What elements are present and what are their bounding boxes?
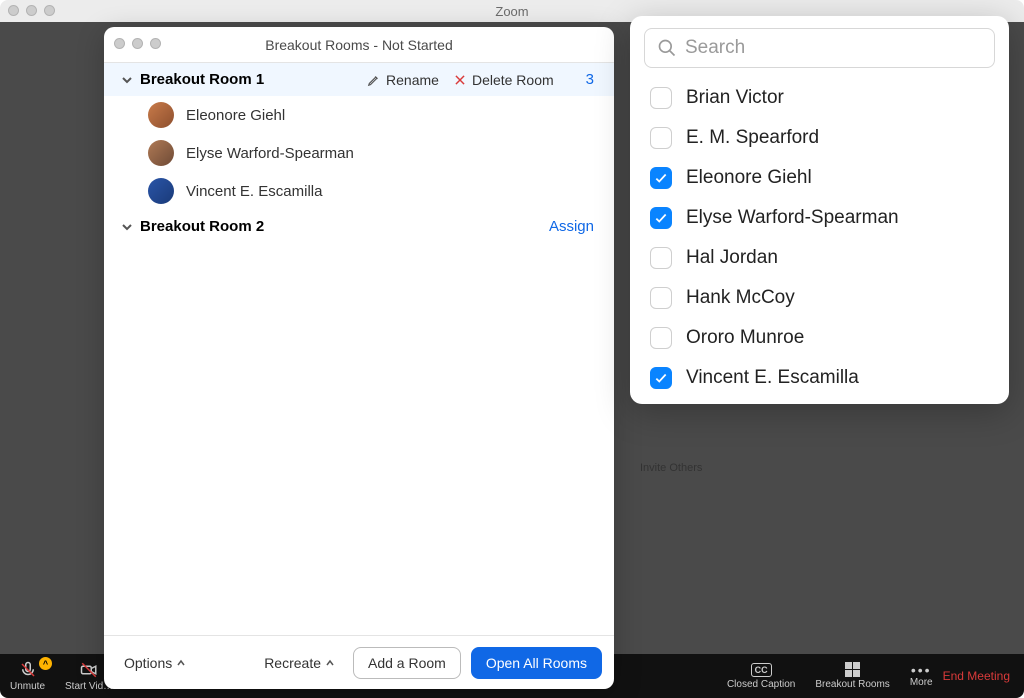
- room-name: Breakout Room 2: [140, 218, 264, 235]
- assign-participants-popover: Brian Victor E. M. Spearford Eleonore Gieh…: [630, 16, 1009, 404]
- mic-muted-icon: [19, 661, 37, 679]
- checkbox[interactable]: [650, 87, 672, 109]
- participant-name: Eleonore Giehl: [186, 107, 285, 124]
- breakout-rooms-list: Breakout Room 1 Rename Delete Room 3 Ele…: [104, 63, 614, 635]
- add-room-button[interactable]: Add a Room: [353, 647, 461, 679]
- traffic-minimize[interactable]: [26, 5, 37, 16]
- avatar: [148, 178, 174, 204]
- participant-name: Elyse Warford-Spearman: [186, 145, 354, 162]
- rename-room-button[interactable]: Rename: [367, 72, 439, 88]
- modal-traffic-minimize[interactable]: [132, 38, 143, 49]
- participant-name: Hank McCoy: [686, 287, 795, 309]
- end-meeting-button[interactable]: End Meeting: [943, 669, 1024, 683]
- checkbox[interactable]: [650, 367, 672, 389]
- participant-checkbox-list: Brian Victor E. M. Spearford Eleonore Gieh…: [644, 78, 995, 398]
- participant-checkbox-row[interactable]: Hal Jordan: [644, 238, 995, 278]
- participant-name: Ororo Munroe: [686, 327, 804, 349]
- camera-off-icon: [80, 661, 98, 679]
- traffic-close[interactable]: [8, 5, 19, 16]
- breakout-modal-title: Breakout Rooms - Not Started: [265, 37, 453, 53]
- participant-name: Elyse Warford-Spearman: [686, 207, 899, 229]
- participant-name: Eleonore Giehl: [686, 167, 812, 189]
- pencil-icon: [367, 73, 381, 87]
- room-count[interactable]: 3: [586, 71, 600, 88]
- avatar: [148, 102, 174, 128]
- search-input[interactable]: [685, 37, 982, 59]
- chevron-down-icon[interactable]: [118, 221, 136, 233]
- checkbox[interactable]: [650, 127, 672, 149]
- avatar: [148, 140, 174, 166]
- participant-name: Vincent E. Escamilla: [186, 183, 322, 200]
- participant-row[interactable]: Elyse Warford-Spearman: [104, 134, 614, 172]
- invite-others-label[interactable]: Invite Others: [640, 462, 702, 474]
- participant-checkbox-row[interactable]: Brian Victor: [644, 78, 995, 118]
- checkbox[interactable]: [650, 207, 672, 229]
- x-icon: [453, 73, 467, 87]
- participant-checkbox-row[interactable]: E. M. Spearford: [644, 118, 995, 158]
- participant-checkbox-row[interactable]: Vincent E. Escamilla: [644, 358, 995, 398]
- room-header-2[interactable]: Breakout Room 2 Assign: [104, 210, 614, 243]
- chevron-up-icon: [176, 658, 186, 668]
- room-1-actions: Rename Delete Room 3: [367, 71, 600, 88]
- participant-name: Brian Victor: [686, 87, 784, 109]
- participant-checkbox-row[interactable]: Elyse Warford-Spearman: [644, 198, 995, 238]
- traffic-lights-outer: [8, 5, 55, 16]
- participant-row[interactable]: Eleonore Giehl: [104, 96, 614, 134]
- participant-name: E. M. Spearford: [686, 127, 819, 149]
- recreate-button[interactable]: Recreate: [256, 649, 343, 677]
- checkbox[interactable]: [650, 247, 672, 269]
- open-all-rooms-button[interactable]: Open All Rooms: [471, 647, 602, 679]
- traffic-maximize[interactable]: [44, 5, 55, 16]
- assign-button[interactable]: Assign: [549, 218, 600, 235]
- chevron-down-icon[interactable]: [118, 74, 136, 86]
- mic-caret-icon[interactable]: ^: [39, 657, 52, 670]
- check-icon: [654, 371, 668, 385]
- more-button[interactable]: ••• More: [900, 654, 943, 698]
- zoom-window-title: Zoom: [495, 4, 528, 19]
- participant-checkbox-row[interactable]: Hank McCoy: [644, 278, 995, 318]
- breakout-modal-titlebar: Breakout Rooms - Not Started: [104, 27, 614, 63]
- checkbox[interactable]: [650, 167, 672, 189]
- unmute-button[interactable]: Unmute ^: [0, 654, 55, 698]
- participant-name: Hal Jordan: [686, 247, 778, 269]
- modal-traffic-maximize[interactable]: [150, 38, 161, 49]
- search-field-wrap[interactable]: [644, 28, 995, 68]
- check-icon: [654, 211, 668, 225]
- participant-row[interactable]: Vincent E. Escamilla: [104, 172, 614, 210]
- cc-icon: CC: [751, 663, 772, 677]
- closed-caption-button[interactable]: CC Closed Caption: [717, 654, 805, 698]
- room-header-1[interactable]: Breakout Room 1 Rename Delete Room 3: [104, 63, 614, 96]
- check-icon: [654, 171, 668, 185]
- breakout-modal-footer: Options Recreate Add a Room Open All Roo…: [104, 635, 614, 689]
- traffic-lights-modal: [114, 38, 161, 49]
- checkbox[interactable]: [650, 327, 672, 349]
- breakout-rooms-button[interactable]: Breakout Rooms: [805, 654, 899, 698]
- options-button[interactable]: Options: [116, 649, 194, 677]
- checkbox[interactable]: [650, 287, 672, 309]
- participant-checkbox-row[interactable]: Eleonore Giehl: [644, 158, 995, 198]
- modal-traffic-close[interactable]: [114, 38, 125, 49]
- chevron-up-icon: [325, 658, 335, 668]
- room-name: Breakout Room 1: [140, 71, 264, 88]
- more-icon: •••: [911, 665, 932, 675]
- breakout-rooms-icon: [845, 662, 860, 677]
- search-icon: [657, 38, 677, 58]
- breakout-rooms-modal: Breakout Rooms - Not Started Breakout Ro…: [104, 27, 614, 689]
- delete-room-button[interactable]: Delete Room: [453, 72, 554, 88]
- participant-name: Vincent E. Escamilla: [686, 367, 859, 389]
- participant-checkbox-row[interactable]: Ororo Munroe: [644, 318, 995, 358]
